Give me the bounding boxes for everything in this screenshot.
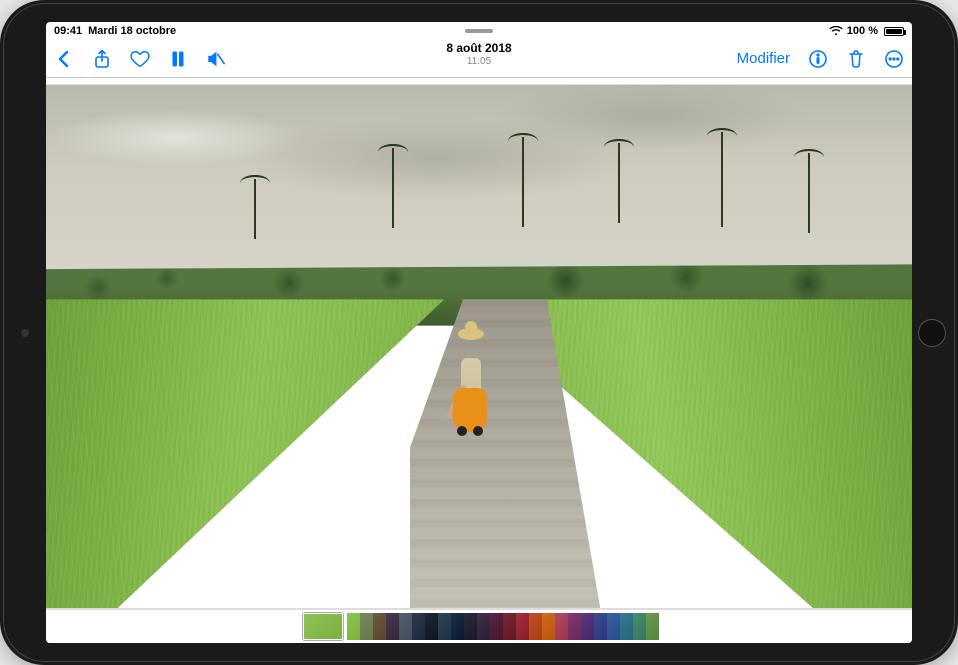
edit-label: Modifier bbox=[737, 50, 790, 67]
thumbnail[interactable] bbox=[425, 613, 438, 640]
thumbnail-selected[interactable] bbox=[303, 613, 343, 640]
share-button[interactable] bbox=[92, 49, 112, 69]
nav-bar: 8 août 2018 11:05 Modifier bbox=[46, 40, 912, 78]
thumbnail[interactable] bbox=[373, 613, 386, 640]
front-camera bbox=[21, 329, 29, 337]
thumbnail[interactable] bbox=[516, 613, 529, 640]
photo-content[interactable] bbox=[46, 85, 912, 608]
ipad-device-frame: 09:41 Mardi 18 octobre 100 % bbox=[0, 0, 958, 665]
photo-time: 11:05 bbox=[446, 56, 511, 68]
thumbnail[interactable] bbox=[399, 613, 412, 640]
mute-button[interactable] bbox=[206, 49, 226, 69]
thumbnail[interactable] bbox=[464, 613, 477, 640]
thumbnail[interactable] bbox=[620, 613, 633, 640]
thumbnail[interactable] bbox=[568, 613, 581, 640]
thumbnail[interactable] bbox=[581, 613, 594, 640]
status-time: 09:41 bbox=[54, 25, 82, 37]
multitask-handle[interactable] bbox=[465, 29, 493, 33]
thumbnail[interactable] bbox=[503, 613, 516, 640]
thumbnail[interactable] bbox=[607, 613, 620, 640]
favorite-button[interactable] bbox=[130, 49, 150, 69]
thumbnail[interactable] bbox=[555, 613, 568, 640]
thumbnail[interactable] bbox=[633, 613, 646, 640]
delete-button[interactable] bbox=[846, 49, 866, 69]
nav-title: 8 août 2018 11:05 bbox=[446, 42, 511, 67]
thumbnail-filmstrip[interactable] bbox=[46, 609, 912, 643]
thumbnail[interactable] bbox=[412, 613, 425, 640]
home-button[interactable] bbox=[918, 319, 946, 347]
edit-button[interactable]: Modifier bbox=[737, 50, 790, 67]
status-date: Mardi 18 octobre bbox=[88, 25, 176, 37]
thumbnail[interactable] bbox=[451, 613, 464, 640]
photo-viewer[interactable] bbox=[46, 78, 912, 643]
thumbnail[interactable] bbox=[594, 613, 607, 640]
thumbnail[interactable] bbox=[347, 613, 360, 640]
battery-icon bbox=[884, 27, 904, 36]
pause-button[interactable] bbox=[168, 49, 188, 69]
info-button[interactable] bbox=[808, 49, 828, 69]
thumbnail[interactable] bbox=[529, 613, 542, 640]
thumbnail[interactable] bbox=[542, 613, 555, 640]
thumbnail[interactable] bbox=[490, 613, 503, 640]
battery-text: 100 % bbox=[847, 25, 878, 37]
thumbnail[interactable] bbox=[438, 613, 451, 640]
thumbnail[interactable] bbox=[646, 613, 659, 640]
thumbnail[interactable] bbox=[360, 613, 373, 640]
wifi-icon bbox=[829, 26, 843, 36]
thumbnail[interactable] bbox=[477, 613, 490, 640]
screen: 09:41 Mardi 18 octobre 100 % bbox=[46, 22, 912, 643]
thumbnail[interactable] bbox=[386, 613, 399, 640]
photo-date: 8 août 2018 bbox=[446, 42, 511, 56]
status-bar: 09:41 Mardi 18 octobre 100 % bbox=[46, 22, 912, 40]
back-button[interactable] bbox=[54, 49, 74, 69]
more-button[interactable] bbox=[884, 49, 904, 69]
